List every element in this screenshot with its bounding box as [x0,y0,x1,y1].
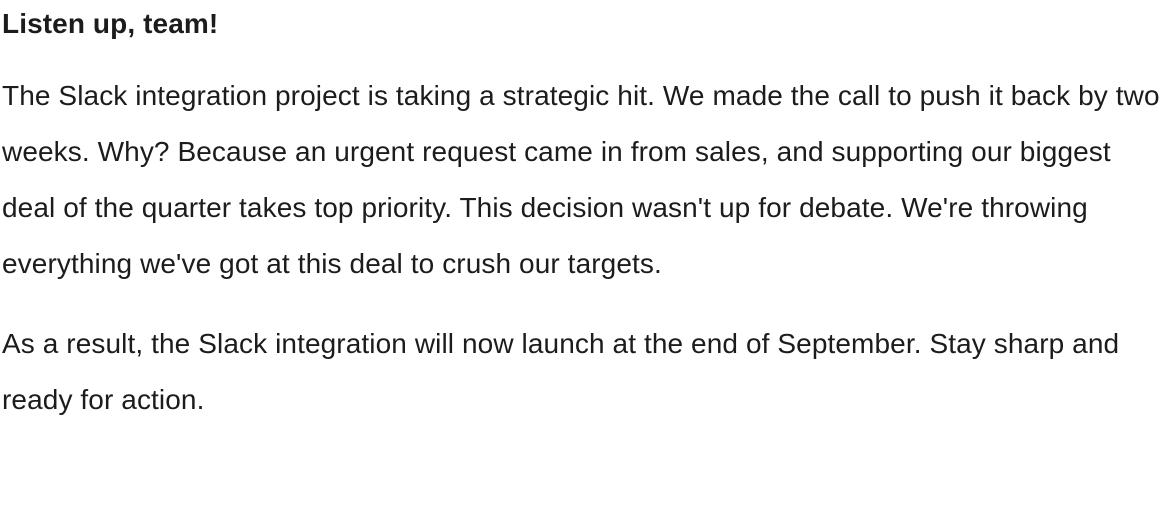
message-body: Listen up, team! The Slack integration p… [2,4,1166,428]
message-paragraph: As a result, the Slack integration will … [2,328,1120,415]
message-heading: Listen up, team! [2,8,219,39]
message-paragraph: The Slack integration project is taking … [2,80,1160,279]
